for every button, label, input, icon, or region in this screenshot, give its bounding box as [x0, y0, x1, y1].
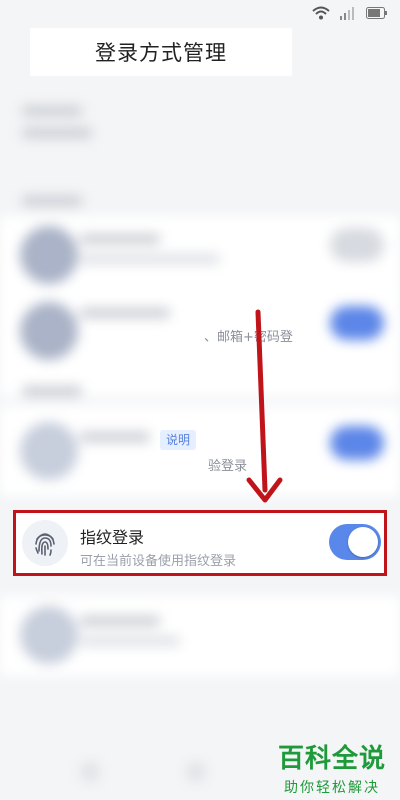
blurred-background-content — [0, 76, 400, 800]
fingerprint-subtitle: 可在当前设备使用指纹登录 — [80, 554, 237, 569]
page-title: 登录方式管理 — [30, 28, 292, 76]
verify-hint: 验登录 — [208, 459, 248, 474]
fingerprint-toggle[interactable] — [329, 524, 381, 560]
battery-icon — [366, 7, 387, 19]
wifi-icon — [312, 6, 330, 20]
fingerprint-title: 指纹登录 — [80, 528, 145, 547]
fingerprint-icon-wrap — [22, 520, 68, 566]
email-password-hint: 、邮箱+密码登 — [204, 330, 293, 345]
signal-icon — [340, 7, 354, 20]
fingerprint-login-row[interactable]: 指纹登录 可在当前设备使用指纹登录 — [13, 510, 387, 576]
toggle-knob — [348, 527, 378, 557]
fingerprint-icon — [35, 533, 55, 556]
status-bar — [0, 0, 400, 28]
info-tag: 说明 — [160, 430, 197, 450]
status-icons — [312, 6, 388, 20]
watermark-logo: 百科全说 助你轻松解决 — [277, 744, 386, 796]
